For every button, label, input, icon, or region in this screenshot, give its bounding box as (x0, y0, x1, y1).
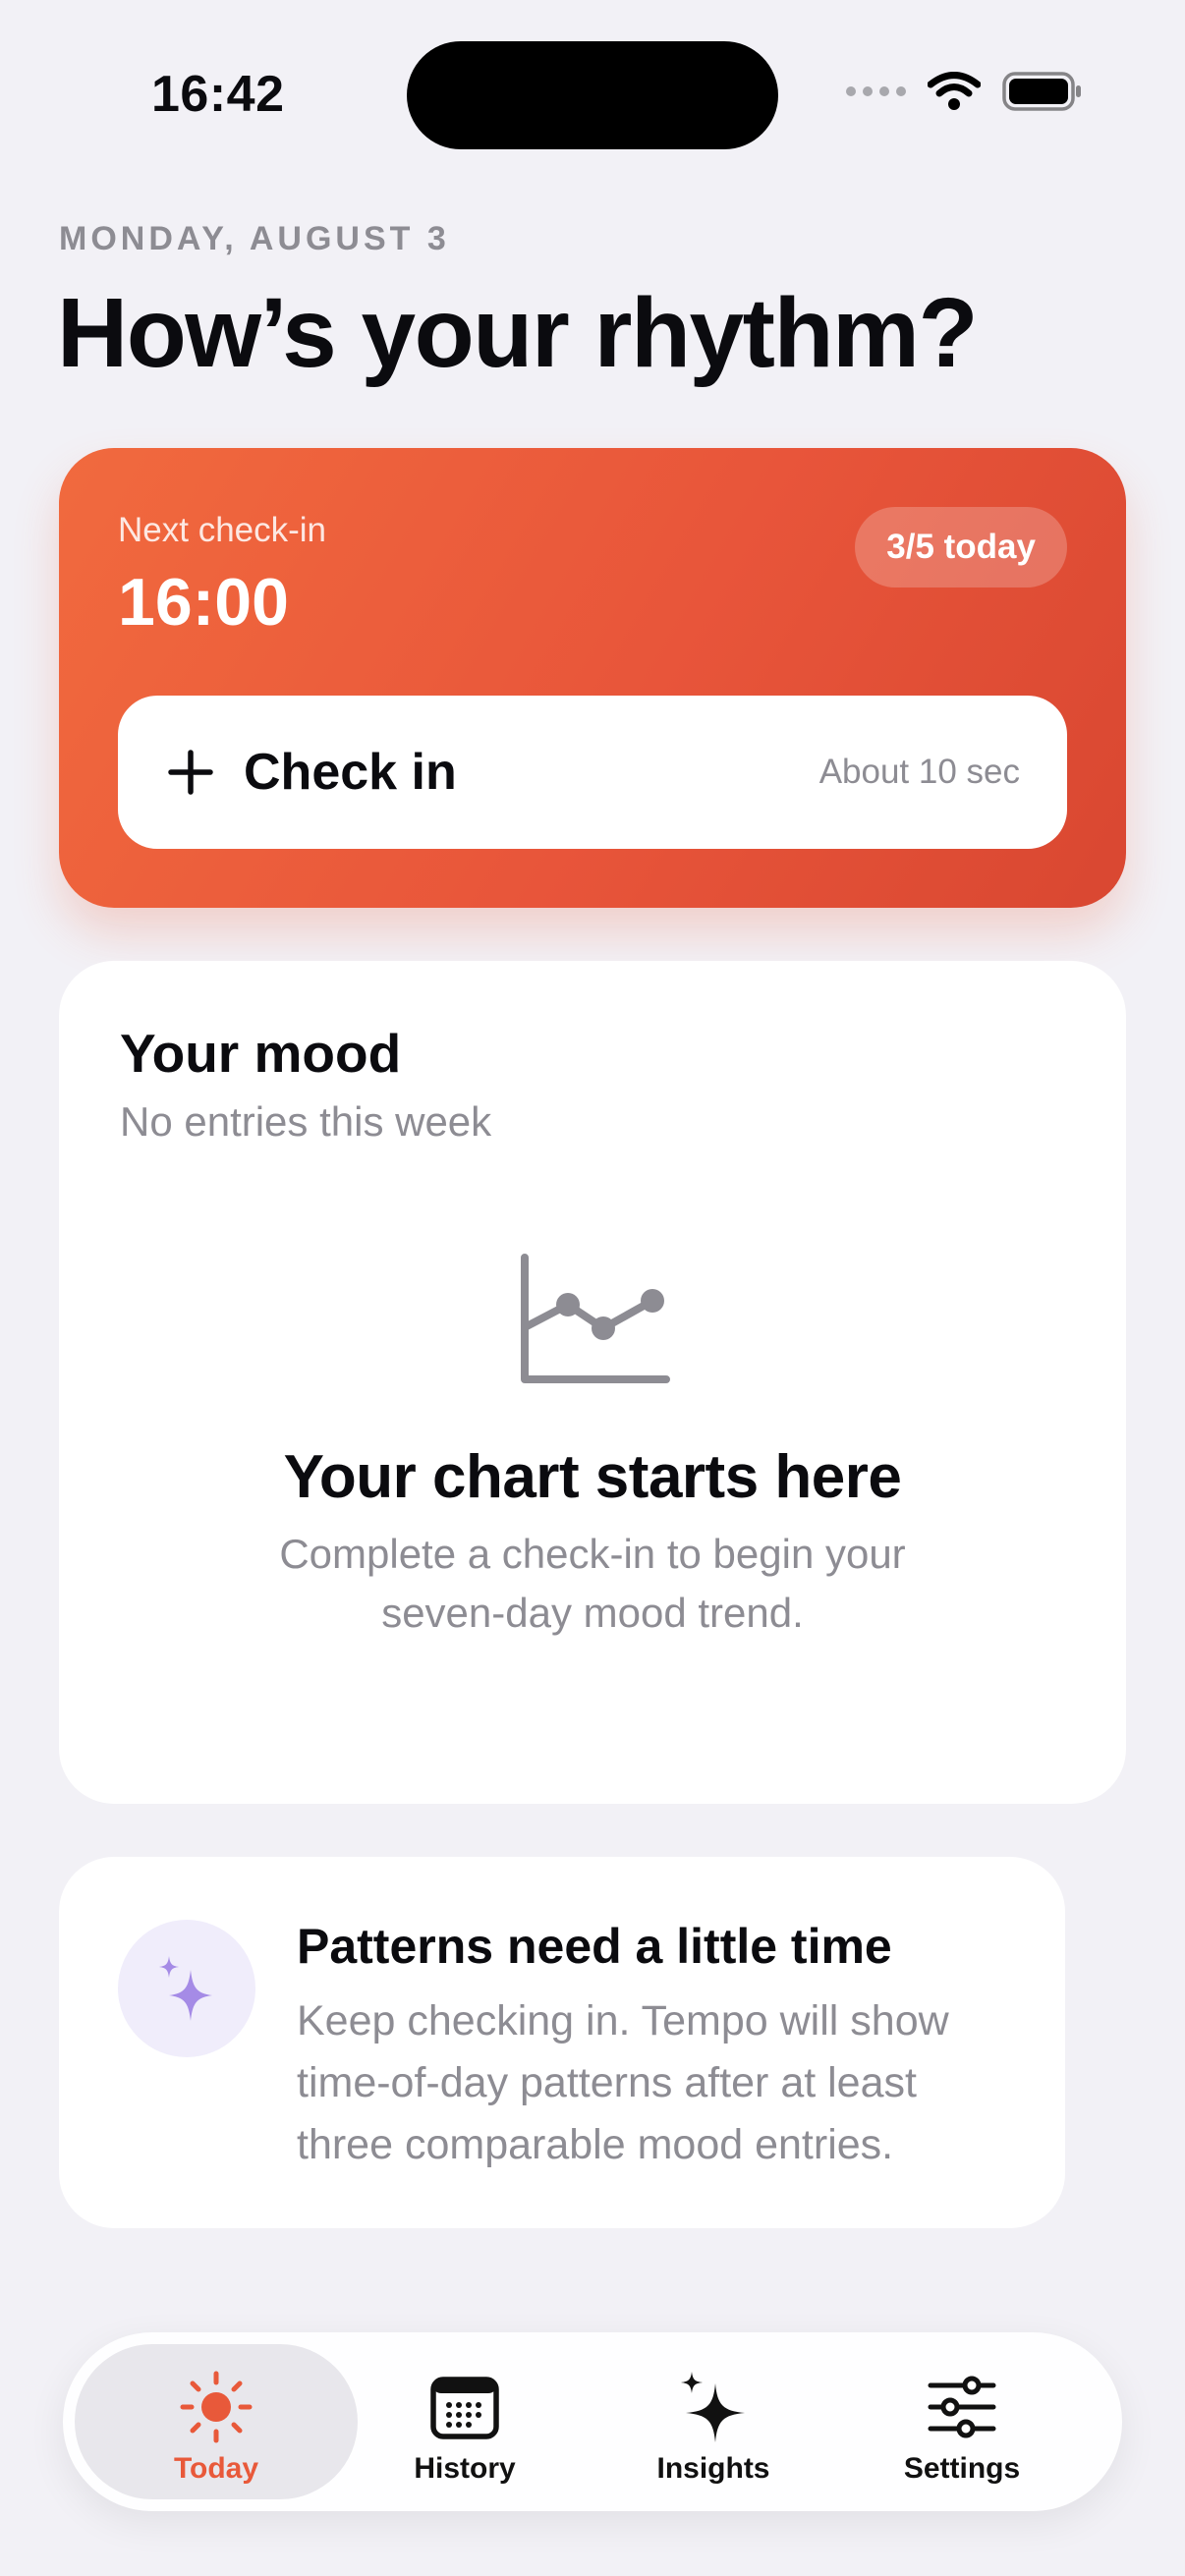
empty-chart-title: Your chart starts here (283, 1443, 902, 1511)
tab-history[interactable]: History (323, 2344, 606, 2499)
tab-settings-label: Settings (903, 2452, 1021, 2485)
sliders-icon (928, 2376, 996, 2438)
tab-insights[interactable]: Insights (572, 2344, 855, 2499)
tab-today-label: Today (173, 2452, 259, 2485)
dynamic-island (407, 41, 778, 149)
mood-card-title: Your mood (120, 1023, 402, 1084)
sparkles-icon (681, 2372, 745, 2442)
page-title: How’s your rhythm? (57, 278, 979, 388)
sparkles-icon (159, 1956, 212, 2021)
tab-bar: Today History Insights Settings (63, 2332, 1122, 2511)
patterns-icon-badge (118, 1920, 255, 2057)
battery-icon (1002, 72, 1081, 111)
plus-icon (168, 750, 213, 795)
tab-insights-label: Insights (656, 2452, 770, 2485)
sun-icon (180, 2371, 253, 2443)
tab-settings[interactable]: Settings (820, 2344, 1103, 2499)
mood-card: Your mood No entries this week Your char… (59, 961, 1126, 1804)
patterns-card-title: Patterns need a little time (297, 1919, 892, 1974)
cellular-signal-icon (846, 86, 906, 96)
status-indicators (846, 71, 1083, 112)
checkin-progress-badge: 3/5 today (855, 507, 1067, 588)
tab-history-label: History (414, 2452, 516, 2485)
next-checkin-card: Next check-in 16:00 3/5 today Check in A… (59, 448, 1126, 908)
check-in-duration-hint: About 10 sec (818, 753, 1020, 791)
next-checkin-time: 16:00 (118, 565, 289, 640)
mood-card-subtitle: No entries this week (120, 1098, 492, 1145)
patterns-card-description: Keep checking in. Tempo will show time-o… (297, 1997, 949, 2168)
line-chart-icon (521, 1254, 670, 1383)
calendar-icon (430, 2377, 499, 2439)
check-in-button[interactable]: Check in About 10 sec (118, 696, 1067, 849)
tab-today[interactable]: Today (75, 2344, 358, 2499)
check-in-button-label: Check in (244, 744, 457, 801)
date-label: MONDAY, AUGUST 3 (59, 220, 450, 257)
status-time: 16:42 (151, 66, 285, 123)
next-checkin-label: Next check-in (118, 511, 327, 549)
patterns-card: Patterns need a little time Keep checkin… (59, 1857, 1065, 2228)
wifi-icon (928, 72, 981, 110)
empty-chart-description: Complete a check-in to begin your seven-… (279, 1531, 906, 1636)
